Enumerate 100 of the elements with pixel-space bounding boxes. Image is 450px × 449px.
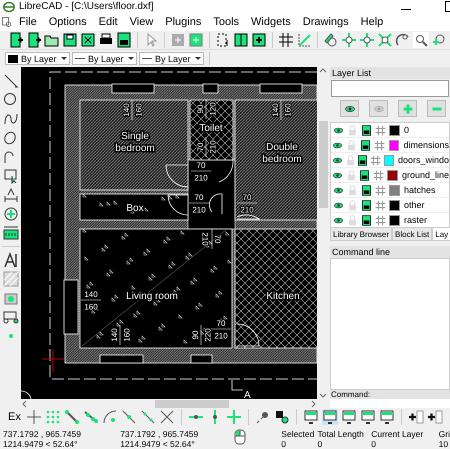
dimension-label: 210	[208, 140, 218, 154]
ellipse-icon[interactable]	[2, 130, 18, 146]
menu-item[interactable]: Help	[354, 16, 390, 28]
dimension-line	[210, 328, 232, 330]
document-icon[interactable]	[1, 16, 13, 28]
menu-item[interactable]: Tools	[207, 16, 246, 28]
scroll-up-icon[interactable]	[319, 67, 327, 73]
new-file-icon[interactable]	[8, 32, 24, 48]
crosshair-icon[interactable]	[26, 409, 42, 425]
printer-icon[interactable]	[360, 124, 372, 136]
move-arrows-icon[interactable]	[341, 32, 357, 48]
monitor-icon[interactable]	[378, 409, 395, 425]
window-drawing	[202, 84, 218, 94]
monitor-icon[interactable]	[340, 409, 357, 425]
pen-dropdown[interactable]: By Layer	[72, 52, 137, 65]
scrollbar-thumb[interactable]	[318, 121, 328, 208]
line-nodes-icon[interactable]	[82, 409, 99, 425]
print-preview-icon[interactable]	[116, 32, 132, 48]
menu-item[interactable]: Options	[42, 16, 93, 28]
scroll-down-icon[interactable]	[319, 393, 327, 399]
monitor-icon[interactable]	[322, 409, 338, 425]
layer-name[interactable]: other	[404, 200, 425, 210]
grid-dots-icon[interactable]	[44, 409, 61, 425]
printer-icon[interactable]	[360, 200, 372, 210]
modify-icon[interactable]	[2, 206, 18, 222]
layer-name[interactable]: raster	[404, 215, 428, 225]
printer-icon[interactable]	[357, 154, 368, 166]
scrollbar-thumb[interactable]	[155, 400, 229, 408]
dimension-label: 90	[196, 104, 205, 114]
menu-item[interactable]: View	[124, 16, 160, 28]
dimension-line	[236, 202, 258, 204]
block-icon[interactable]	[188, 32, 204, 48]
layer-name[interactable]: dimensions	[403, 140, 449, 150]
measure-icon[interactable]	[2, 225, 18, 241]
printer-icon[interactable]	[359, 170, 370, 180]
rotate-arrow-icon[interactable]	[395, 32, 411, 48]
line-icon[interactable]	[2, 73, 18, 89]
save-icon[interactable]	[62, 32, 78, 48]
dock-tab[interactable]: Block List	[392, 228, 432, 241]
menu-item[interactable]: Edit	[92, 16, 124, 28]
two-panes-icon[interactable]	[233, 32, 249, 48]
status-label: Total Length	[317, 428, 365, 438]
add-block-icon[interactable]	[408, 409, 424, 425]
lock-relative-zero-icon[interactable]	[274, 409, 290, 425]
command-input-field[interactable]	[330, 399, 450, 408]
layer-name[interactable]: ground_line	[402, 170, 449, 180]
scroll-right-icon[interactable]	[311, 400, 317, 408]
zoom-plus-icon[interactable]	[431, 32, 447, 48]
panel-plus-icon[interactable]	[251, 32, 267, 48]
select-window-icon[interactable]	[2, 168, 18, 184]
monitor-icon[interactable]	[302, 409, 319, 425]
text-tool-icon[interactable]	[2, 252, 18, 268]
grid-icon[interactable]	[278, 32, 294, 48]
layer-filter-field[interactable]	[331, 80, 449, 97]
dock-tab[interactable]: Lay	[432, 228, 450, 241]
zoom-icon[interactable]	[413, 32, 429, 48]
menu-item[interactable]: File	[13, 16, 43, 28]
move-arrows-icon[interactable]	[359, 32, 375, 48]
printer-icon[interactable]	[360, 140, 372, 150]
scale-arrows-icon[interactable]	[377, 32, 393, 48]
block-tool-icon[interactable]	[2, 309, 18, 325]
circle-icon[interactable]	[2, 92, 18, 108]
app-logo-icon	[3, 0, 15, 12]
snap-exclusive-toggle[interactable]: Ex	[8, 411, 21, 423]
layer-name[interactable]: 0	[404, 125, 410, 135]
scroll-left-icon[interactable]	[21, 400, 27, 408]
spline-icon[interactable]	[2, 111, 18, 127]
line-distance-icon[interactable]	[140, 409, 156, 425]
layer-name[interactable]: doors_windo	[398, 155, 449, 165]
relative-zero-icon[interactable]	[254, 409, 271, 425]
printer-icon[interactable]	[360, 214, 372, 226]
door-swing-drawing	[166, 164, 188, 188]
new-file-icon[interactable]	[26, 32, 42, 48]
color-swatch	[8, 54, 18, 62]
dimension-icon[interactable]	[2, 187, 18, 203]
panel-title: Command line	[330, 246, 450, 258]
show-all-layers-button[interactable]	[340, 100, 359, 117]
pen-dropdown[interactable]: By Layer	[139, 52, 204, 65]
dock-tab[interactable]: Library Browser	[330, 228, 392, 241]
pen-dropdown[interactable]: By Layer	[5, 52, 70, 65]
menu-item[interactable]: Drawings	[296, 16, 355, 28]
arc-center-icon[interactable]	[102, 409, 118, 425]
ruler-icon[interactable]	[296, 32, 312, 48]
dimension-label: 70	[242, 193, 252, 202]
layer-name[interactable]: hatches	[404, 185, 436, 195]
status-value: 0	[281, 438, 288, 448]
line-midpoint-icon[interactable]	[120, 409, 137, 425]
add-block-icon[interactable]	[426, 409, 443, 425]
menu-item[interactable]: Widgets	[245, 16, 297, 28]
printer-icon[interactable]	[360, 184, 372, 196]
pencil-circle-icon[interactable]	[323, 32, 339, 48]
dimension-label: 120	[208, 102, 218, 116]
menu-item[interactable]: Plugins	[159, 16, 208, 28]
save-as-icon[interactable]	[80, 32, 96, 48]
status-value: 0	[371, 438, 377, 448]
dimension-label: 210	[194, 174, 208, 182]
intersection-icon[interactable]	[158, 409, 175, 425]
monitor-icon[interactable]	[360, 409, 376, 425]
dimension-label: 210	[240, 206, 254, 214]
line-endpoints-icon[interactable]	[64, 409, 80, 425]
